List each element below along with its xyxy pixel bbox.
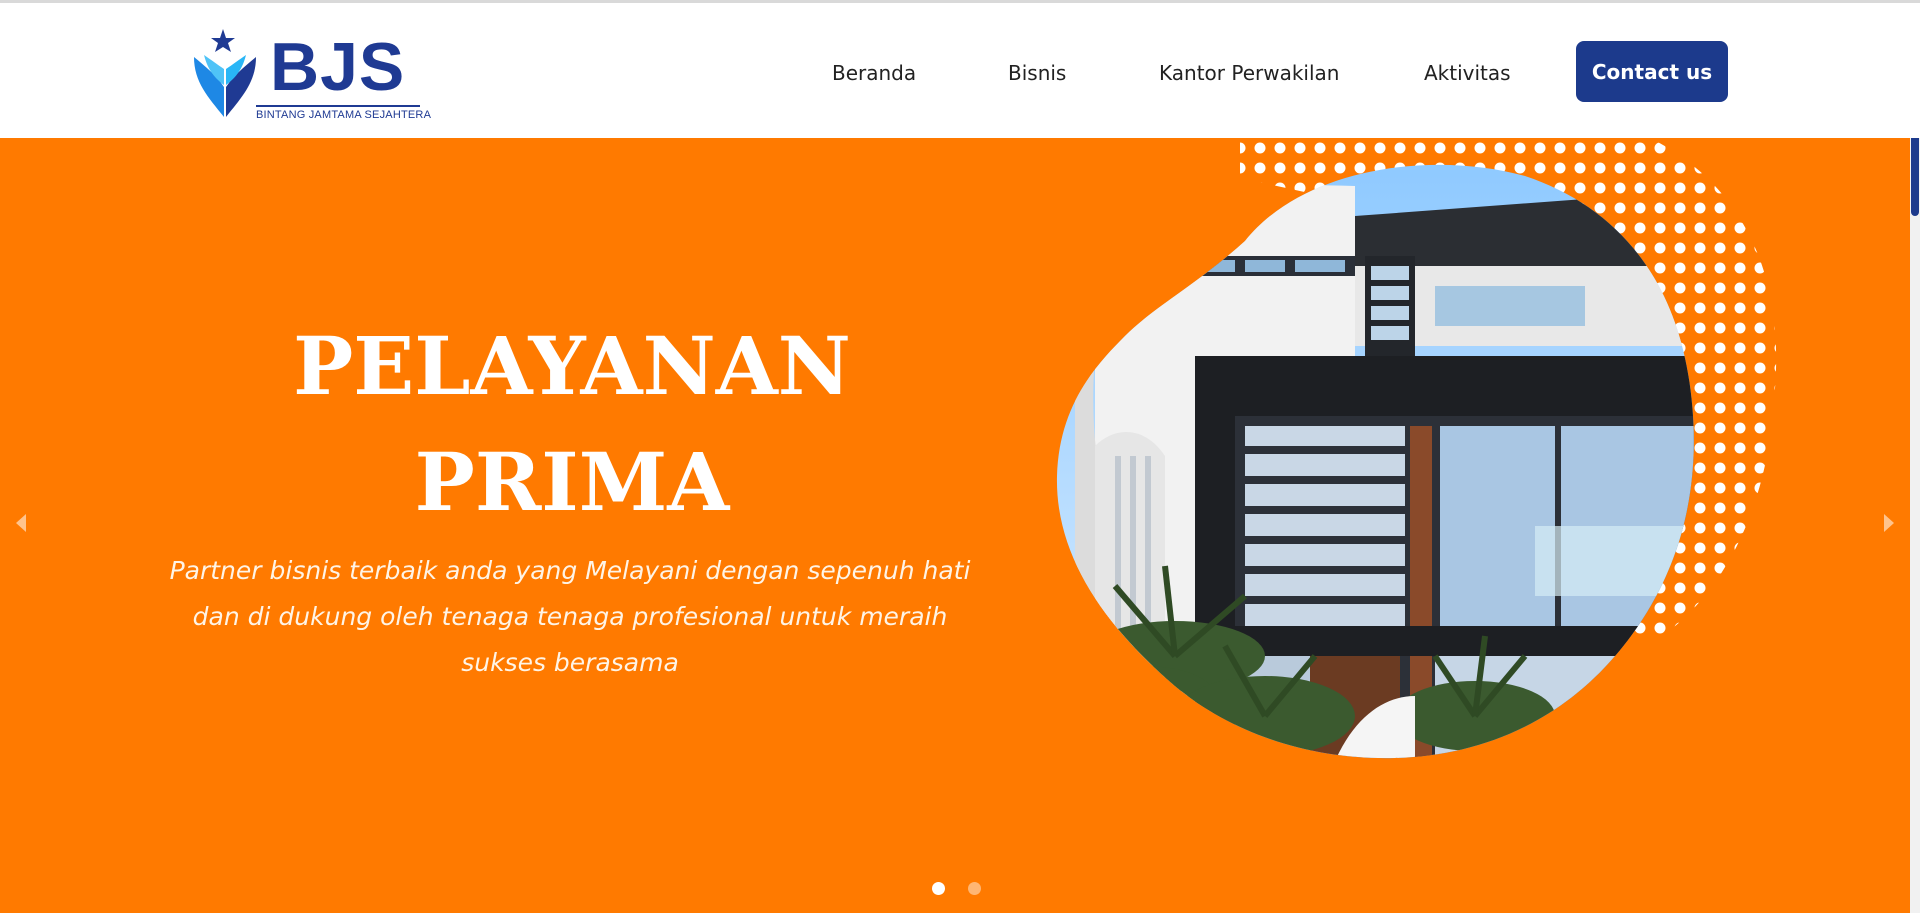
brand-tagline: BINTANG JAMTAMA SEJAHTERA [256, 109, 432, 121]
hero-subtitle-line1: Partner bisnis terbaik anda yang Melayan… [169, 556, 971, 585]
caret-left-icon [16, 514, 26, 532]
hero-title-line2: PRIMA [414, 435, 730, 529]
page-scrollbar[interactable] [1910, 138, 1920, 913]
nav-kantor-perwakilan[interactable]: Kantor Perwakilan [1159, 61, 1339, 85]
hero-subtitle: Partner bisnis terbaik anda yang Melayan… [140, 548, 1000, 686]
site-header: BJS BINTANG JAMTAMA SEJAHTERA Beranda Bi… [0, 3, 1920, 138]
nav-bisnis[interactable]: Bisnis [1008, 61, 1066, 85]
logo-underline [256, 105, 420, 107]
hero-subtitle-line2: dan di dukung oleh tenaga tenaga profesi… [192, 602, 948, 631]
contact-us-button[interactable]: Contact us [1576, 41, 1728, 102]
carousel-indicator-2[interactable] [968, 882, 981, 895]
carousel-prev-button[interactable] [12, 508, 32, 538]
hero-carousel: PELAYANAN PRIMA Partner bisnis terbaik a… [0, 138, 1910, 913]
carousel-next-button[interactable] [1878, 508, 1898, 538]
carousel-indicators [930, 878, 990, 898]
carousel-indicator-1-active[interactable] [932, 882, 945, 895]
hero-subtitle-line3: sukses berasama [461, 648, 679, 677]
scrollbar-thumb[interactable] [1911, 138, 1919, 216]
modern-house-image [1056, 164, 1694, 759]
hero-title: PELAYANAN PRIMA [172, 308, 972, 540]
hero-title-line1: PELAYANAN [293, 319, 851, 413]
caret-right-icon [1884, 514, 1894, 532]
nav-aktivitas[interactable]: Aktivitas [1424, 61, 1511, 85]
nav-beranda[interactable]: Beranda [832, 61, 916, 85]
